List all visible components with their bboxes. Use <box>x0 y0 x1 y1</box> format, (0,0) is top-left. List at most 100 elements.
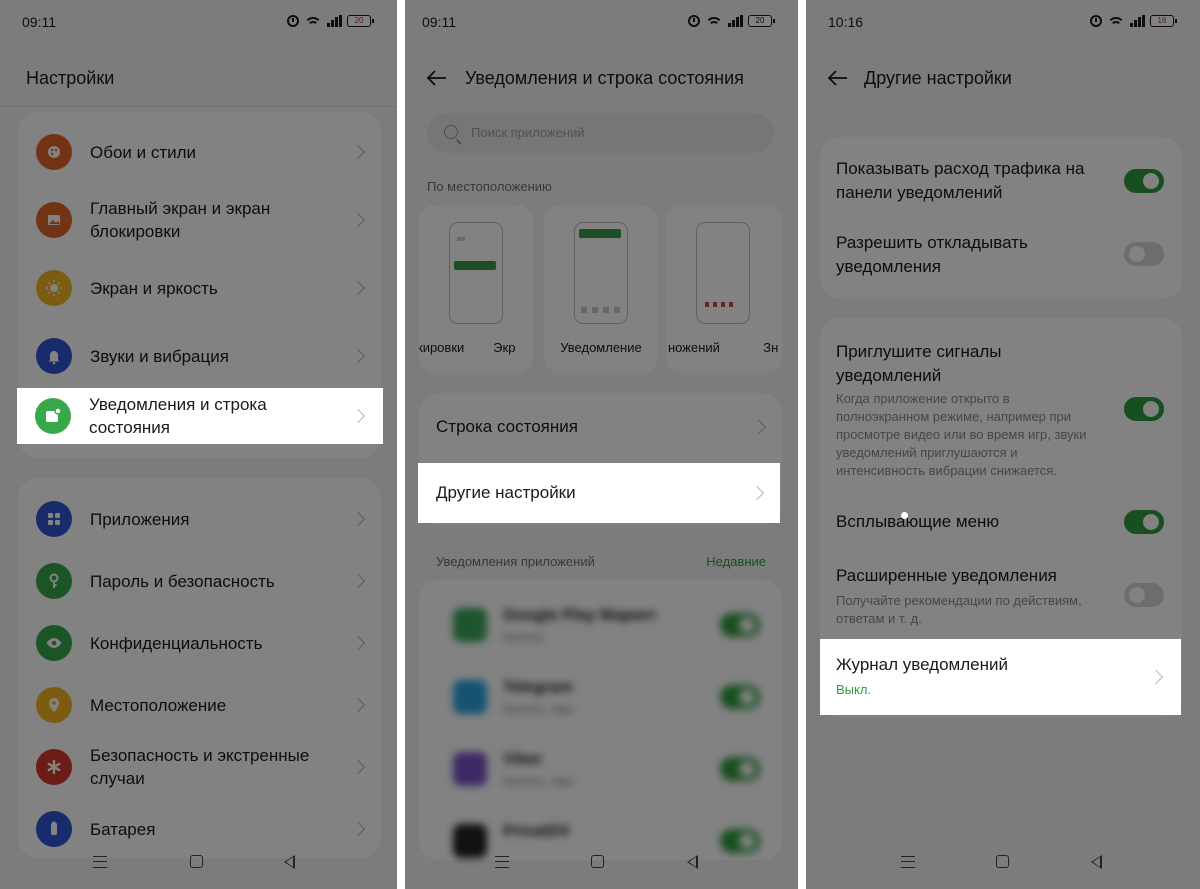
back-nav-icon[interactable] <box>687 855 698 869</box>
extended-toggle[interactable] <box>1124 583 1164 607</box>
menu-nav-icon[interactable] <box>495 856 509 868</box>
chevron-right-icon <box>1148 669 1164 685</box>
chevron-right-icon <box>350 759 366 775</box>
alarm-icon <box>1090 15 1102 27</box>
section-label-apps: Уведомления приложений <box>436 554 595 569</box>
nav-bar <box>0 839 397 889</box>
settings-item-sun[interactable]: Экран и яркость <box>18 254 381 322</box>
style-card-notification[interactable]: Уведомление <box>544 205 658 373</box>
palette-icon <box>36 134 72 170</box>
preview-dots <box>581 307 621 313</box>
settings-item-image[interactable]: Главный экран и экран блокировки <box>18 186 381 254</box>
chevron-right-icon <box>350 280 366 296</box>
settings-item-label: Пароль и безопасность <box>90 571 275 591</box>
settings-item-label: Приложения <box>90 509 190 529</box>
app-notification-toggle[interactable] <box>720 757 760 781</box>
chevron-right-icon <box>749 485 765 501</box>
sun-icon <box>36 270 72 306</box>
mute-toggle[interactable] <box>1124 397 1164 421</box>
other-settings-row[interactable]: Другие настройки <box>418 463 780 523</box>
search-placeholder: Поиск приложений <box>471 125 585 140</box>
asterisk-icon <box>36 749 72 785</box>
status-bar: 09:11 20 <box>0 0 397 44</box>
menu-nav-icon[interactable] <box>901 856 915 868</box>
chevron-right-icon <box>350 821 366 837</box>
snooze-toggle[interactable] <box>1124 242 1164 266</box>
settings-item-notifications[interactable]: Уведомления и строка состояния <box>17 388 383 444</box>
preview-banner <box>579 229 621 238</box>
popup-toggle[interactable] <box>1124 510 1164 534</box>
row-label: Строка состояния <box>436 417 578 436</box>
page-title: Настройки <box>26 68 115 88</box>
home-nav-icon[interactable] <box>996 855 1009 868</box>
status-time: 10:16 <box>828 14 864 30</box>
header: Уведомления и строка состояния <box>405 60 798 96</box>
status-time: 09:11 <box>422 14 456 30</box>
settings-item-label: Обои и стили <box>90 142 197 162</box>
app-icon <box>453 752 487 786</box>
phone-preview <box>449 222 503 324</box>
home-nav-icon[interactable] <box>591 855 604 868</box>
notifications-screen: 09:11 20 Уведомления и строка состояния … <box>405 0 798 889</box>
app-notification-toggle[interactable] <box>720 685 760 709</box>
page-title: Уведомления и строка состояния <box>465 68 744 88</box>
alarm-icon <box>688 15 700 27</box>
app-notifications-list: Google Play Маркет Баннер Telegram Баннер, … <box>419 580 782 860</box>
menu-nav-icon[interactable] <box>93 856 107 868</box>
settings-item-label: Главный экран и экран блокировки <box>90 199 271 241</box>
extended-toggle-description: Получайте рекомендации по действиям, отв… <box>836 593 1082 626</box>
recent-sort-button[interactable]: Недавние <box>706 554 766 569</box>
traffic-toggle-label: Показывать расход трафика на панели увед… <box>836 159 1085 202</box>
settings-item-asterisk[interactable]: Безопасность и экстренные случаи <box>18 736 381 798</box>
back-arrow-icon[interactable] <box>425 66 449 90</box>
settings-item-apps-grid[interactable]: Приложения <box>18 488 381 550</box>
signal-icon <box>1130 15 1145 27</box>
traffic-toggle[interactable] <box>1124 169 1164 193</box>
back-nav-icon[interactable] <box>1091 855 1102 869</box>
app-subtitle: Баннер, звук <box>503 774 574 788</box>
status-bar-row[interactable]: Строка состояния <box>419 393 782 461</box>
settings-item-label: Безопасность и экстренные случаи <box>90 746 310 788</box>
app-notification-row[interactable]: Google Play Маркет Баннер <box>419 590 782 660</box>
chevron-right-icon <box>350 408 366 424</box>
app-name: Google Play Маркет <box>503 607 657 624</box>
nav-bar <box>405 839 798 889</box>
settings-item-palette[interactable]: Обои и стили <box>18 118 381 186</box>
notification-log-row[interactable]: Журнал уведомлений Выкл. <box>820 639 1181 715</box>
settings-item-eye-lock[interactable]: Конфиденциальность <box>18 612 381 674</box>
app-name: Telegram <box>503 679 573 696</box>
chevron-right-icon <box>751 419 767 435</box>
settings-item-location[interactable]: Местоположение <box>18 674 381 736</box>
app-subtitle: Баннер <box>503 630 545 644</box>
back-arrow-icon[interactable] <box>826 66 850 90</box>
settings-item-key[interactable]: Пароль и безопасность <box>18 550 381 612</box>
preview-clock <box>457 237 465 241</box>
battery-status-icon: 20 <box>347 15 374 27</box>
signal-icon <box>327 15 342 27</box>
style-card-icons[interactable]: ножений Зн <box>666 205 782 373</box>
divider <box>0 106 397 107</box>
settings-group-1: Показывать расход трафика на панели увед… <box>820 137 1182 299</box>
app-notification-row[interactable]: Viber Баннер, звук <box>419 734 782 804</box>
app-icon <box>453 680 487 714</box>
back-nav-icon[interactable] <box>284 855 295 869</box>
battery-status-icon: 16 <box>1150 15 1177 27</box>
app-notification-toggle[interactable] <box>720 613 760 637</box>
app-notification-row[interactable]: Telegram Баннер, звук <box>419 662 782 732</box>
signal-icon <box>728 15 743 27</box>
other-settings-screen: 10:16 16 Другие настройки Показывать рас… <box>806 0 1200 889</box>
popup-toggle-label: Всплывающие меню <box>836 512 1000 531</box>
wifi-icon <box>705 15 723 27</box>
chevron-right-icon <box>350 573 366 589</box>
section-label-location: По местоположению <box>427 179 552 194</box>
wifi-icon <box>304 15 322 27</box>
style-card-lockscreen[interactable]: кировки Экр <box>419 205 533 373</box>
alarm-icon <box>287 15 299 27</box>
bell-icon <box>36 338 72 374</box>
settings-item-bell[interactable]: Звуки и вибрация <box>18 322 381 390</box>
eye-lock-icon <box>36 625 72 661</box>
app-subtitle: Баннер, звук <box>503 702 574 716</box>
home-nav-icon[interactable] <box>190 855 203 868</box>
settings-item-label: Звуки и вибрация <box>90 346 229 366</box>
search-input[interactable]: Поиск приложений <box>427 113 774 153</box>
